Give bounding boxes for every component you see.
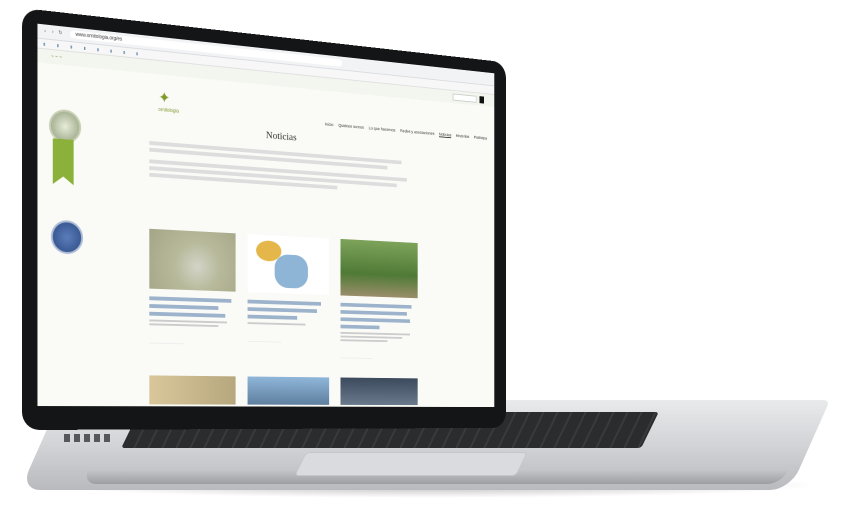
bird-logo-icon: ✦ bbox=[158, 89, 171, 108]
news-card-read-more[interactable] bbox=[340, 357, 373, 362]
news-card-title[interactable] bbox=[247, 299, 330, 321]
reload-icon[interactable]: ↻ bbox=[57, 30, 65, 37]
menu-item-redes[interactable]: Redes y asociaciones bbox=[400, 128, 434, 136]
menu-item-historias[interactable]: Historias bbox=[456, 133, 469, 139]
bookmark-item[interactable] bbox=[70, 44, 74, 49]
certification-badge-icon[interactable] bbox=[50, 219, 84, 255]
menu-item-participa[interactable]: Participa bbox=[474, 135, 487, 141]
news-card-title[interactable] bbox=[149, 296, 235, 318]
site-small-logo[interactable]: ~ ~ ~ bbox=[51, 54, 62, 61]
news-card[interactable] bbox=[340, 238, 418, 362]
news-card-read-more[interactable] bbox=[247, 340, 282, 346]
bookmark-item[interactable] bbox=[84, 45, 88, 50]
news-card-title[interactable] bbox=[340, 302, 417, 331]
search-button[interactable] bbox=[479, 96, 484, 104]
site-logo[interactable]: ✦ ornitologia bbox=[158, 88, 179, 115]
bookmark-item[interactable] bbox=[43, 41, 47, 46]
news-card-image[interactable] bbox=[247, 233, 330, 296]
news-card-meta bbox=[149, 319, 235, 328]
bookmark-item[interactable] bbox=[136, 51, 140, 56]
news-card-meta bbox=[340, 331, 417, 343]
back-icon[interactable]: ‹ bbox=[41, 28, 49, 35]
news-card-read-more[interactable] bbox=[149, 342, 186, 348]
laptop-lid: ‹ › ↻ www.ornitologia.org/es ~ ~ ~ ✦ orn… bbox=[22, 8, 506, 430]
news-card-image[interactable] bbox=[340, 238, 418, 299]
news-card-image[interactable] bbox=[340, 377, 418, 406]
laptop-trackpad bbox=[294, 452, 528, 476]
news-card[interactable] bbox=[247, 233, 330, 361]
search-input[interactable] bbox=[452, 93, 477, 103]
bookmark-item[interactable] bbox=[110, 48, 114, 53]
news-cards-row-2 bbox=[149, 375, 418, 406]
award-ribbon bbox=[53, 138, 74, 185]
news-card[interactable] bbox=[149, 228, 236, 360]
menu-item-lo-que-hacemos[interactable]: Lo que hacemos bbox=[369, 126, 396, 134]
news-card-image[interactable] bbox=[149, 228, 236, 292]
menu-item-noticias[interactable]: Noticias bbox=[439, 131, 452, 139]
bookmark-item[interactable] bbox=[57, 43, 61, 48]
bookmark-item[interactable] bbox=[123, 50, 127, 55]
menu-item-quienes-somos[interactable]: Quiénes somos bbox=[338, 123, 364, 131]
bookmark-item[interactable] bbox=[97, 47, 101, 52]
news-card-image[interactable] bbox=[247, 376, 330, 405]
site-logo-text: ornitologia bbox=[158, 107, 179, 115]
laptop-ports bbox=[64, 434, 112, 442]
news-card-meta bbox=[247, 322, 330, 326]
news-cards bbox=[149, 228, 418, 363]
news-card-image[interactable] bbox=[149, 375, 236, 405]
laptop-screen: ‹ › ↻ www.ornitologia.org/es ~ ~ ~ ✦ orn… bbox=[37, 23, 495, 408]
menu-item-inicio[interactable]: Inicio bbox=[325, 122, 334, 128]
forward-icon[interactable]: › bbox=[49, 29, 57, 36]
